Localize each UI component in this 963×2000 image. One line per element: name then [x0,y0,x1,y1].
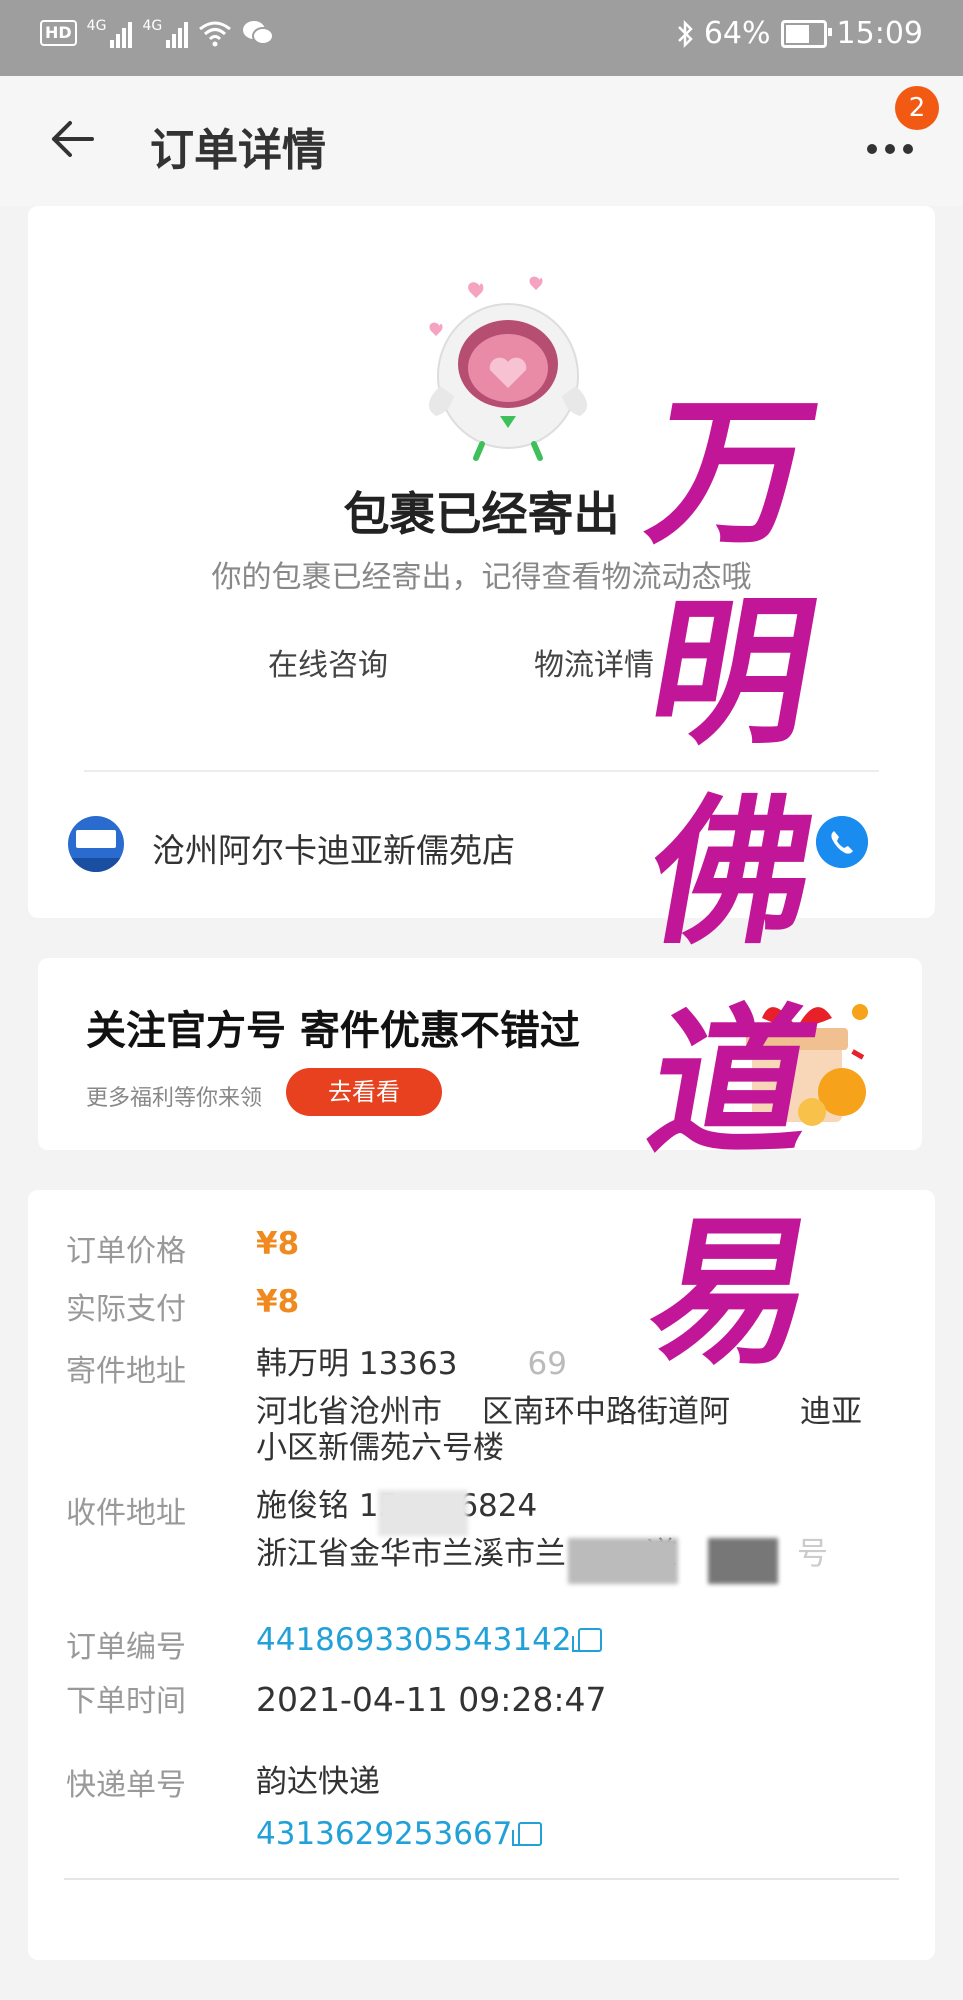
watermark-char: 明 [636,578,830,766]
notification-badge: 2 [895,86,939,130]
battery-percent: 64% [703,16,771,51]
privacy-blur [568,1538,678,1584]
copy-icon[interactable] [571,1628,602,1652]
shop-name[interactable]: 沧州阿尔卡迪亚新儒苑店 [152,824,515,872]
express-company: 韵达快递 [256,1764,380,1800]
sender-address-line1: 河北省沧州市 区南环中路街道阿 迪亚 [256,1394,862,1430]
order-price-label: 订单价格 [66,1234,186,1269]
status-indicators: HD 4G 4G [40,18,275,48]
paid-amount-value: ¥8 [256,1284,300,1320]
status-bar: HD 4G 4G 64% 15:09 [0,0,963,76]
receiver-address-part-a: 浙江省金华市兰溪市兰 [256,1536,566,1572]
express-number[interactable]: 4313629253667 [256,1816,543,1852]
divider [84,770,879,772]
watermark-char: 易 [636,1198,830,1386]
order-number-value: 4418693305543142 [256,1622,572,1658]
divider [64,1878,899,1880]
order-number[interactable]: 4418693305543142 [256,1622,602,1658]
hd-icon: HD [40,20,77,46]
copy-icon[interactable] [512,1822,543,1846]
sender-name-phone-start: 韩万明 13363 [256,1346,458,1382]
receiver-address-label: 收件地址 [66,1496,186,1531]
more-menu-button[interactable] [863,128,923,168]
bluetooth-icon [677,19,693,48]
sender-name-phone: 韩万明 13363 69 [256,1346,567,1382]
sender-address-line2: 小区新儒苑六号楼 [256,1430,504,1466]
shop-logo [68,816,124,872]
signal-icon-2: 4G [142,18,189,48]
paid-amount-label: 实际支付 [66,1292,186,1327]
order-time-value: 2021-04-11 09:28:47 [256,1680,607,1719]
express-number-value: 4313629253667 [256,1816,513,1852]
logistics-detail-link[interactable]: 物流详情 [534,640,654,684]
receiver-address-part-c: 号 [797,1536,828,1572]
watermark-char: 万 [636,378,830,566]
signal-icon: 4G [87,18,133,48]
receiver-phone-tail: 6824 [458,1488,538,1524]
sender-phone-tail: 69 [527,1346,567,1382]
back-arrow-icon[interactable] [48,114,98,164]
status-right: 64% 15:09 [676,16,923,51]
clock: 15:09 [836,16,923,51]
watermark-char: 道 [636,988,830,1176]
wechat-icon [243,21,275,45]
mascot-illustration [428,276,588,461]
promo-title: 关注官方号 寄件优惠不错过 [86,1008,580,1054]
watermark-char: 佛 [636,778,830,966]
wifi-icon [199,21,232,47]
express-number-label: 快递单号 [66,1768,186,1803]
title-bar: 订单详情 2 [0,76,963,206]
page-title: 订单详情 [150,125,326,176]
order-price-value: ¥8 [256,1226,300,1262]
sender-address-part-c: 迪亚 [800,1394,862,1430]
sender-address-part-a: 河北省沧州市 [256,1394,442,1430]
promo-go-button[interactable]: 去看看 [286,1068,442,1116]
sender-address-label: 寄件地址 [66,1354,186,1389]
online-consult-link[interactable]: 在线咨询 [268,640,388,684]
privacy-blur [708,1538,778,1584]
battery-icon [780,19,832,48]
receiver-name-start: 施俊铭 15 [256,1488,399,1524]
sender-address-part-b: 区南环中路街道阿 [482,1394,730,1430]
order-number-label: 订单编号 [66,1630,186,1665]
privacy-blur [378,1490,468,1536]
order-time-label: 下单时间 [66,1684,186,1719]
promo-subtitle: 更多福利等你来领 [86,1086,263,1111]
